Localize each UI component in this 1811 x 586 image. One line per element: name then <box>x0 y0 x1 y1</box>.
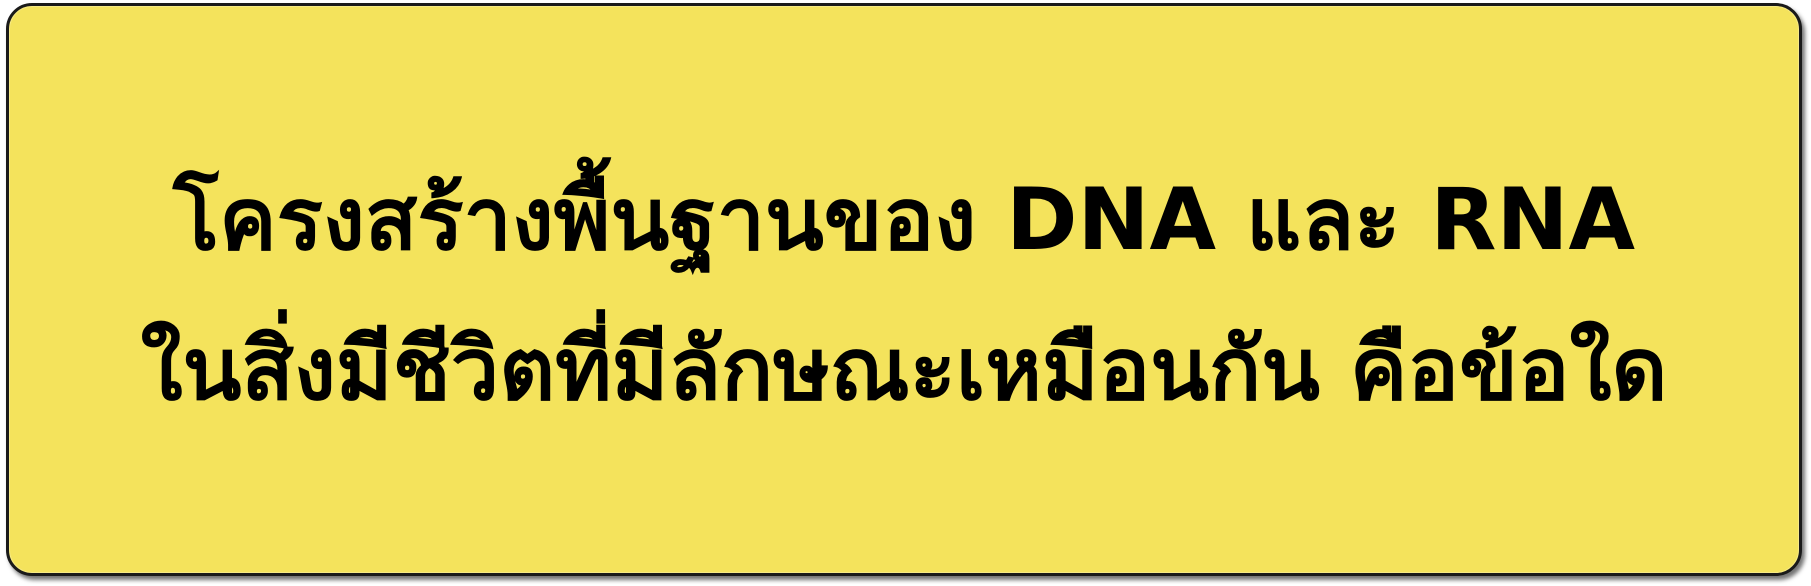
slide-canvas: โครงสร้างพื้นฐานของ DNA และ RNA ในสิ่งมี… <box>0 0 1811 586</box>
question-banner: โครงสร้างพื้นฐานของ DNA และ RNA ในสิ่งมี… <box>6 3 1802 576</box>
question-line-1: โครงสร้างพื้นฐานของ DNA และ RNA <box>172 169 1636 270</box>
question-line-2: ในสิ่งมีชีวิตที่มีลักษณะเหมือนกัน คือข้อ… <box>140 319 1668 420</box>
